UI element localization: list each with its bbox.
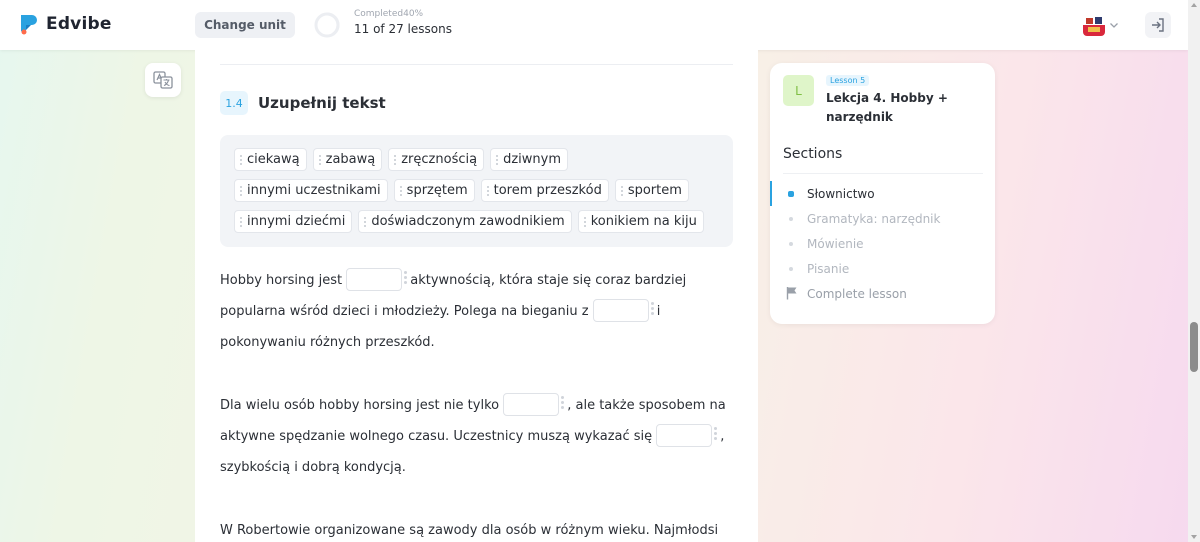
exercise-number: 1.4 xyxy=(220,91,248,115)
lesson-badge: L xyxy=(783,75,814,106)
app-name: Edvibe xyxy=(46,14,112,34)
drag-handle-icon xyxy=(583,216,586,227)
paragraph-2: Dla wielu osób hobby horsing jest nie ty… xyxy=(220,390,733,483)
word-chip[interactable]: zręcznością xyxy=(388,148,485,171)
translate-icon xyxy=(153,71,173,89)
word-chip-label: zabawą xyxy=(325,152,376,167)
edvibe-logo-icon xyxy=(21,15,37,35)
drag-handle-icon xyxy=(620,185,623,196)
lesson-tag: Lesson 5 xyxy=(826,75,870,86)
word-chip[interactable]: torem przeszkód xyxy=(480,179,609,202)
paragraph-3: W Robertowie organizowane są zawody dla … xyxy=(220,515,733,542)
lesson-name: Lekcja 4. Hobby + narzędnik xyxy=(826,91,948,124)
section-item-gramatyka[interactable]: Gramatyka: narzędnik xyxy=(770,206,995,231)
drag-handle-icon xyxy=(486,185,489,196)
flag-avatar-icon xyxy=(1083,14,1105,36)
drag-handle-icon xyxy=(394,154,397,165)
paragraph-text: Hobby horsing jest xyxy=(220,273,343,288)
word-chip[interactable]: innymi uczestnikami xyxy=(234,179,388,202)
word-chip-label: dziwnym xyxy=(503,152,561,167)
word-chip-label: innymi dziećmi xyxy=(247,214,346,229)
progress-ring xyxy=(314,12,340,38)
drag-handle-icon xyxy=(240,154,242,165)
paragraph-text: Dla wielu osób hobby horsing jest nie ty… xyxy=(220,398,500,413)
translate-button[interactable] xyxy=(145,63,181,97)
app-logo[interactable]: Edvibe xyxy=(18,13,112,35)
drag-handle-icon xyxy=(240,216,242,227)
exercise-header: 1.4 Uzupełnij tekst xyxy=(220,91,386,115)
flag-icon xyxy=(786,287,797,300)
section-label: Pisanie xyxy=(807,261,850,276)
word-chip-label: konikiem na kiju xyxy=(590,214,697,229)
section-item-mowienie[interactable]: Mówienie xyxy=(770,231,995,256)
word-chip-label: innymi uczestnikami xyxy=(247,183,381,198)
word-chip-label: sportem xyxy=(627,183,682,198)
lesson-sidebar: L Lesson 5 Lekcja 4. Hobby + narzędnik S… xyxy=(770,63,995,324)
section-label: Gramatyka: narzędnik xyxy=(807,211,941,226)
word-chip[interactable]: konikiem na kiju xyxy=(577,210,704,233)
drag-handle-icon xyxy=(496,154,499,165)
word-chip[interactable]: dziwnym xyxy=(490,148,568,171)
answer-blank-4[interactable] xyxy=(656,424,713,447)
progress-text: Completed40% 11 of 27 lessons xyxy=(354,9,452,36)
top-bar: Edvibe Change unit Completed40% 11 of 27… xyxy=(0,0,1188,50)
lessons-count: 11 of 27 lessons xyxy=(354,22,452,36)
word-bank: ciekawą zabawą zręcznością dziwnym innym… xyxy=(220,135,733,247)
scroll-up-icon[interactable] xyxy=(1191,3,1197,7)
drag-handle-icon xyxy=(318,154,321,165)
bullet-icon xyxy=(788,191,794,197)
word-chip[interactable]: zabawą xyxy=(312,148,383,171)
complete-lesson-label: Complete lesson xyxy=(807,286,907,301)
exercise-card: 1.4 Uzupełnij tekst ciekawą zabawą zręcz… xyxy=(195,50,758,542)
paragraph-1: Hobby horsing jest aktywnością, która st… xyxy=(220,265,733,358)
drag-handle-icon xyxy=(404,270,408,289)
logout-button[interactable] xyxy=(1145,12,1171,38)
drag-handle-icon xyxy=(650,301,654,320)
word-chip[interactable]: innymi dziećmi xyxy=(234,210,353,233)
scroll-thumb[interactable] xyxy=(1190,322,1198,372)
section-list: Słownictwo Gramatyka: narzędnik Mówienie… xyxy=(770,181,995,306)
word-chip[interactable]: sportem xyxy=(614,179,689,202)
word-chip-label: doświadczonym zawodnikiem xyxy=(371,214,565,229)
word-chip[interactable]: doświadczonym zawodnikiem xyxy=(358,210,572,233)
drag-handle-icon xyxy=(561,395,565,414)
answer-blank-1[interactable] xyxy=(346,268,403,291)
word-chip-label: ciekawą xyxy=(247,152,300,167)
logout-icon xyxy=(1152,18,1164,32)
paragraph-text: W Robertowie organizowane są zawody dla … xyxy=(220,523,719,538)
word-chip-label: zręcznością xyxy=(401,152,478,167)
bullet-icon xyxy=(789,217,793,221)
progress-label: Completed40% xyxy=(354,9,424,19)
word-chip[interactable]: ciekawą xyxy=(234,148,307,171)
drag-handle-icon xyxy=(240,185,242,196)
divider xyxy=(783,173,983,174)
change-unit-button[interactable]: Change unit xyxy=(195,12,295,38)
section-label: Słownictwo xyxy=(807,186,875,201)
chevron-down-icon xyxy=(1110,23,1118,28)
answer-blank-2[interactable] xyxy=(592,299,649,322)
drag-handle-icon xyxy=(399,185,402,196)
section-label: Mówienie xyxy=(807,236,864,251)
page-scrollbar[interactable] xyxy=(1188,0,1200,542)
exercise-title: Uzupełnij tekst xyxy=(258,94,386,112)
sections-title: Sections xyxy=(783,146,843,162)
bullet-icon xyxy=(789,267,793,271)
user-menu[interactable] xyxy=(1083,14,1119,36)
divider xyxy=(220,64,733,65)
word-chip[interactable]: sprzętem xyxy=(393,179,475,202)
drag-handle-icon xyxy=(364,216,367,227)
drag-handle-icon xyxy=(714,426,718,445)
section-item-slownictwo[interactable]: Słownictwo xyxy=(770,181,995,206)
section-item-pisanie[interactable]: Pisanie xyxy=(770,256,995,281)
answer-blank-3[interactable] xyxy=(503,393,560,416)
bullet-icon xyxy=(789,242,793,246)
complete-lesson-button[interactable]: Complete lesson xyxy=(770,281,995,306)
scroll-down-icon[interactable] xyxy=(1191,535,1197,539)
word-chip-label: torem przeszkód xyxy=(493,183,602,198)
word-chip-label: sprzętem xyxy=(406,183,468,198)
